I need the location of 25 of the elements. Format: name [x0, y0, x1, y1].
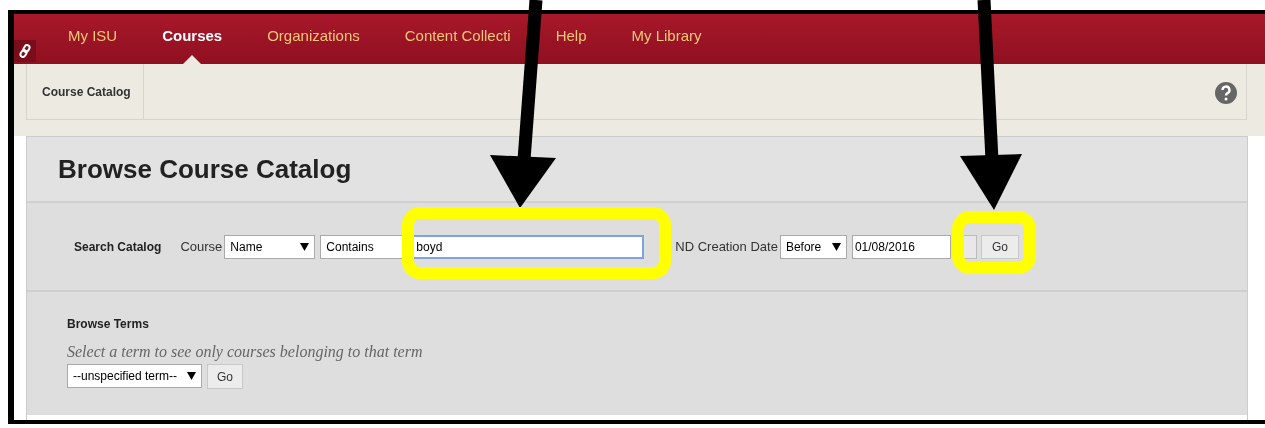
go-button[interactable]: Go: [980, 234, 1019, 259]
page-title: Browse Course Catalog: [58, 153, 352, 185]
help-icon[interactable]: [1214, 81, 1238, 105]
field-dropdown[interactable]: Name: [224, 234, 316, 259]
section-title: Browse Terms: [67, 317, 150, 331]
go-button[interactable]: Go: [207, 364, 243, 389]
hint-text: Select a term to see only courses belonging to that term: [67, 343, 424, 361]
date-label: ND Creation Date: [675, 239, 778, 254]
term-dropdown[interactable]: --unspecified term--: [67, 364, 202, 388]
caret-icon: [300, 242, 310, 251]
field-label: Course: [180, 239, 223, 254]
breadcrumb-item[interactable]: Course Catalog: [27, 64, 144, 119]
nav-tab[interactable]: Content Collecti: [404, 14, 511, 64]
nav-tab[interactable]: Courses: [162, 14, 223, 64]
search-input[interactable]: boyd: [412, 234, 645, 259]
nav-tab[interactable]: My Library: [631, 14, 702, 64]
nav-tab[interactable]: Help: [555, 14, 587, 64]
nav-tab[interactable]: Organizations: [267, 14, 360, 64]
date-operator-dropdown[interactable]: Before: [779, 234, 847, 259]
date-input[interactable]: 01/08/2016: [851, 234, 951, 259]
caret-icon: [187, 372, 196, 380]
search-label: Search Catalog: [74, 239, 162, 254]
caret-icon: [831, 242, 841, 251]
nav-tab[interactable]: My ISU: [68, 14, 118, 64]
link-icon[interactable]: [14, 40, 36, 62]
